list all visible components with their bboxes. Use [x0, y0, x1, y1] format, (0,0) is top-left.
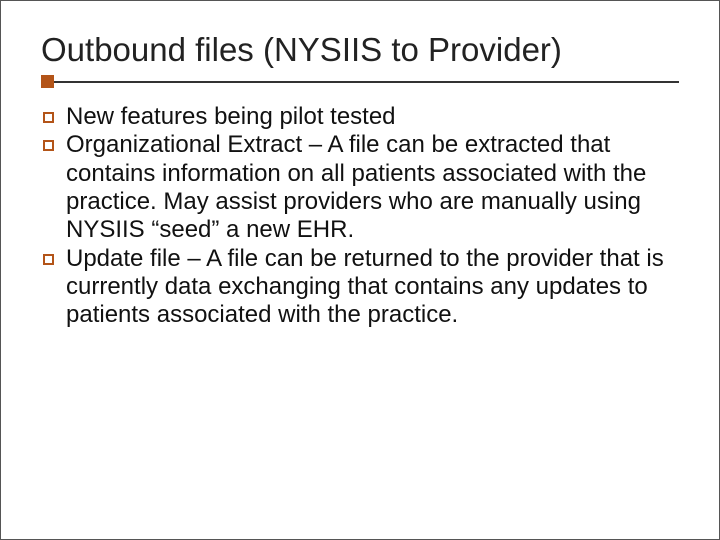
bullet-text: New features being pilot tested: [66, 103, 679, 131]
bullet-square-icon: [43, 140, 54, 151]
slide: Outbound files (NYSIIS to Provider) New …: [1, 1, 719, 370]
bullet-item: New features being pilot tested: [41, 103, 679, 131]
title-rule: [41, 75, 679, 89]
bullet-square-icon: [43, 112, 54, 123]
bullet-item: Update file – A file can be returned to …: [41, 245, 679, 330]
slide-title: Outbound files (NYSIIS to Provider): [41, 31, 679, 69]
horizontal-rule: [41, 81, 679, 83]
bullet-text: Update file – A file can be returned to …: [66, 245, 679, 330]
bullet-item: Organizational Extract – A file can be e…: [41, 131, 679, 244]
accent-square-icon: [41, 75, 54, 88]
bullet-square-icon: [43, 254, 54, 265]
bullet-text: Organizational Extract – A file can be e…: [66, 131, 679, 244]
slide-body: New features being pilot tested Organiza…: [41, 103, 679, 330]
